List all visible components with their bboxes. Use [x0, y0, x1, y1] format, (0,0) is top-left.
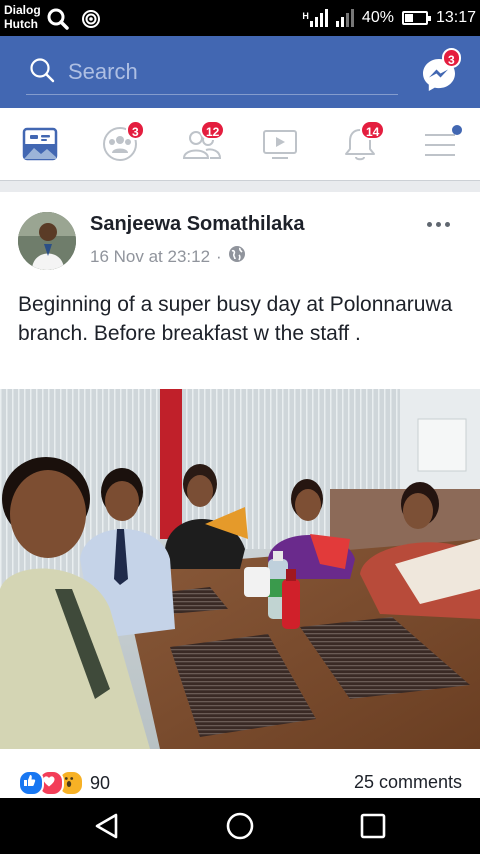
post-text: Beginning of a super busy day at Polonna… — [18, 293, 453, 345]
feed-post: Sanjeewa Somathilaka 16 Nov at 23:12 · B… — [0, 192, 480, 798]
reaction-count: 90 — [90, 772, 111, 793]
globe-icon — [228, 245, 246, 268]
reactions-summary[interactable]: 90 — [18, 770, 110, 796]
menu-new-dot — [452, 125, 462, 135]
notifications-badge: 14 — [360, 120, 386, 140]
friend-requests-badge: 12 — [200, 120, 226, 140]
tab-watch[interactable] — [240, 108, 320, 180]
tab-news-feed[interactable] — [0, 108, 80, 180]
system-navigation-bar — [0, 798, 480, 854]
recents-button[interactable] — [358, 811, 388, 841]
battery-icon — [401, 11, 431, 25]
signal-strength-icon — [309, 9, 328, 27]
recents-square-icon — [360, 813, 386, 839]
search-bar[interactable] — [26, 50, 398, 95]
app-header: 3 — [0, 36, 480, 108]
carrier-line-2: Hutch — [4, 17, 38, 31]
search-status-icon — [46, 7, 70, 36]
back-button[interactable] — [92, 811, 122, 841]
author-name[interactable]: Sanjeewa Somathilaka — [90, 213, 305, 236]
status-bar: Dialog Hutch H 40% 13:17 — [0, 0, 480, 36]
messenger-badge: 3 — [442, 48, 461, 68]
more-dot-icon — [427, 222, 432, 227]
tab-menu[interactable] — [400, 108, 480, 180]
tab-friend-requests[interactable]: 12 — [160, 108, 240, 180]
carrier-name: Dialog Hutch — [4, 3, 41, 31]
back-triangle-icon — [95, 813, 118, 839]
tab-bar: 3 12 14 — [0, 108, 480, 181]
hotspot-icon — [80, 8, 102, 35]
home-button[interactable] — [225, 811, 255, 841]
post-photo[interactable] — [0, 389, 480, 749]
meta-separator: · — [216, 246, 222, 266]
post-options-button[interactable] — [424, 214, 454, 234]
search-input[interactable] — [66, 56, 390, 88]
author-avatar[interactable] — [18, 212, 76, 270]
carrier-line-1: Dialog — [4, 3, 41, 17]
network-type-label: H — [302, 11, 309, 21]
like-reaction-icon — [18, 770, 44, 796]
more-dot-icon — [436, 222, 441, 227]
clock: 13:17 — [435, 9, 476, 26]
groups-badge: 3 — [126, 120, 145, 140]
signal-strength-2-icon — [335, 9, 354, 27]
tab-notifications[interactable]: 14 — [320, 108, 400, 180]
post-timestamp[interactable]: 16 Nov at 23:12 — [90, 247, 210, 267]
more-dot-icon — [445, 222, 450, 227]
home-circle-icon — [226, 812, 254, 840]
news-feed-icon — [22, 127, 58, 161]
post-meta: 16 Nov at 23:12 · — [90, 245, 246, 268]
search-icon[interactable] — [28, 56, 56, 89]
watch-video-icon — [263, 130, 297, 159]
messenger-button[interactable]: 3 — [420, 48, 461, 94]
battery-fill — [404, 14, 413, 22]
comments-count[interactable]: 25 comments — [354, 772, 462, 793]
battery-percent: 40% — [361, 9, 394, 26]
tab-groups[interactable]: 3 — [80, 108, 160, 180]
